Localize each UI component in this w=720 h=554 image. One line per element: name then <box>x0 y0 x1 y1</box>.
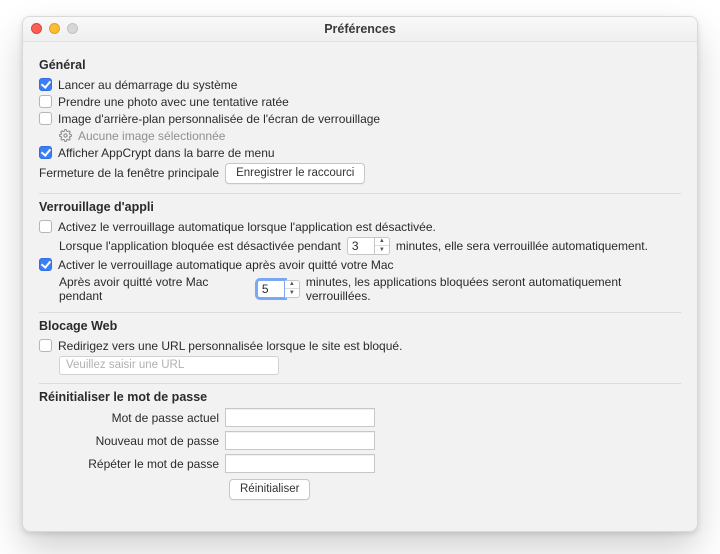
url-input[interactable]: Veuillez saisir une URL <box>59 356 279 375</box>
minimize-icon[interactable] <box>49 23 60 34</box>
input-new-password[interactable] <box>225 431 375 450</box>
section-general-heading: Général <box>39 58 681 72</box>
checkbox-redirect-url[interactable] <box>39 339 52 352</box>
gear-icon[interactable] <box>59 129 72 142</box>
label-autolock-away: Activer le verrouillage automatique aprè… <box>58 258 394 272</box>
label-deact-suffix: minutes, elle sera verrouillée automatiq… <box>396 239 648 253</box>
checkbox-custom-lock-bg[interactable] <box>39 112 52 125</box>
divider <box>39 312 681 313</box>
label-show-menubar: Afficher AppCrypt dans la barre de menu <box>58 146 275 160</box>
label-no-image: Aucune image sélectionnée <box>78 129 225 143</box>
checkbox-autolock-away[interactable] <box>39 258 52 271</box>
stepper-away-value[interactable]: 5 <box>257 280 285 298</box>
label-new-password: Nouveau mot de passe <box>59 434 219 448</box>
label-deact-prefix: Lorsque l'application bloquée est désact… <box>59 239 341 253</box>
record-shortcut-button[interactable]: Enregistrer le raccourci <box>225 163 365 184</box>
stepper-deactivated-minutes[interactable]: 3 ▲▼ <box>347 237 390 255</box>
checkbox-show-menubar[interactable] <box>39 146 52 159</box>
label-current-password: Mot de passe actuel <box>59 411 219 425</box>
label-repeat-password: Répéter le mot de passe <box>59 457 219 471</box>
zoom-icon <box>67 23 78 34</box>
window-titlebar: Préférences <box>23 17 697 42</box>
stepper-deactivated-value[interactable]: 3 <box>347 237 375 255</box>
stepper-arrows-icon[interactable]: ▲▼ <box>285 280 300 298</box>
label-launch-at-startup: Lancer au démarrage du système <box>58 78 237 92</box>
input-current-password[interactable] <box>225 408 375 427</box>
label-redirect-url: Redirigez vers une URL personnalisée lor… <box>58 339 402 353</box>
reset-password-button[interactable]: Réinitialiser <box>229 479 310 500</box>
stepper-away-minutes[interactable]: 5 ▲▼ <box>257 280 300 298</box>
label-photo-on-fail: Prendre une photo avec une tentative rat… <box>58 95 289 109</box>
stepper-arrows-icon[interactable]: ▲▼ <box>375 237 390 255</box>
label-custom-lock-bg: Image d'arrière-plan personnalisée de l'… <box>58 112 380 126</box>
label-away-prefix: Après avoir quitté votre Mac pendant <box>59 275 251 303</box>
checkbox-launch-at-startup[interactable] <box>39 78 52 91</box>
input-repeat-password[interactable] <box>225 454 375 473</box>
preferences-window: Préférences Général Lancer au démarrage … <box>22 16 698 532</box>
label-autolock-deactivated: Activez le verrouillage automatique lors… <box>58 220 436 234</box>
section-password-heading: Réinitialiser le mot de passe <box>39 390 681 404</box>
checkbox-photo-on-fail[interactable] <box>39 95 52 108</box>
checkbox-autolock-deactivated[interactable] <box>39 220 52 233</box>
close-icon[interactable] <box>31 23 42 34</box>
window-title: Préférences <box>324 22 396 36</box>
divider <box>39 383 681 384</box>
section-webblock-heading: Blocage Web <box>39 319 681 333</box>
divider <box>39 193 681 194</box>
section-applock-heading: Verrouillage d'appli <box>39 200 681 214</box>
label-close-main-window: Fermeture de la fenêtre principale <box>39 166 219 180</box>
label-away-suffix: minutes, les applications bloquées seron… <box>306 275 681 303</box>
